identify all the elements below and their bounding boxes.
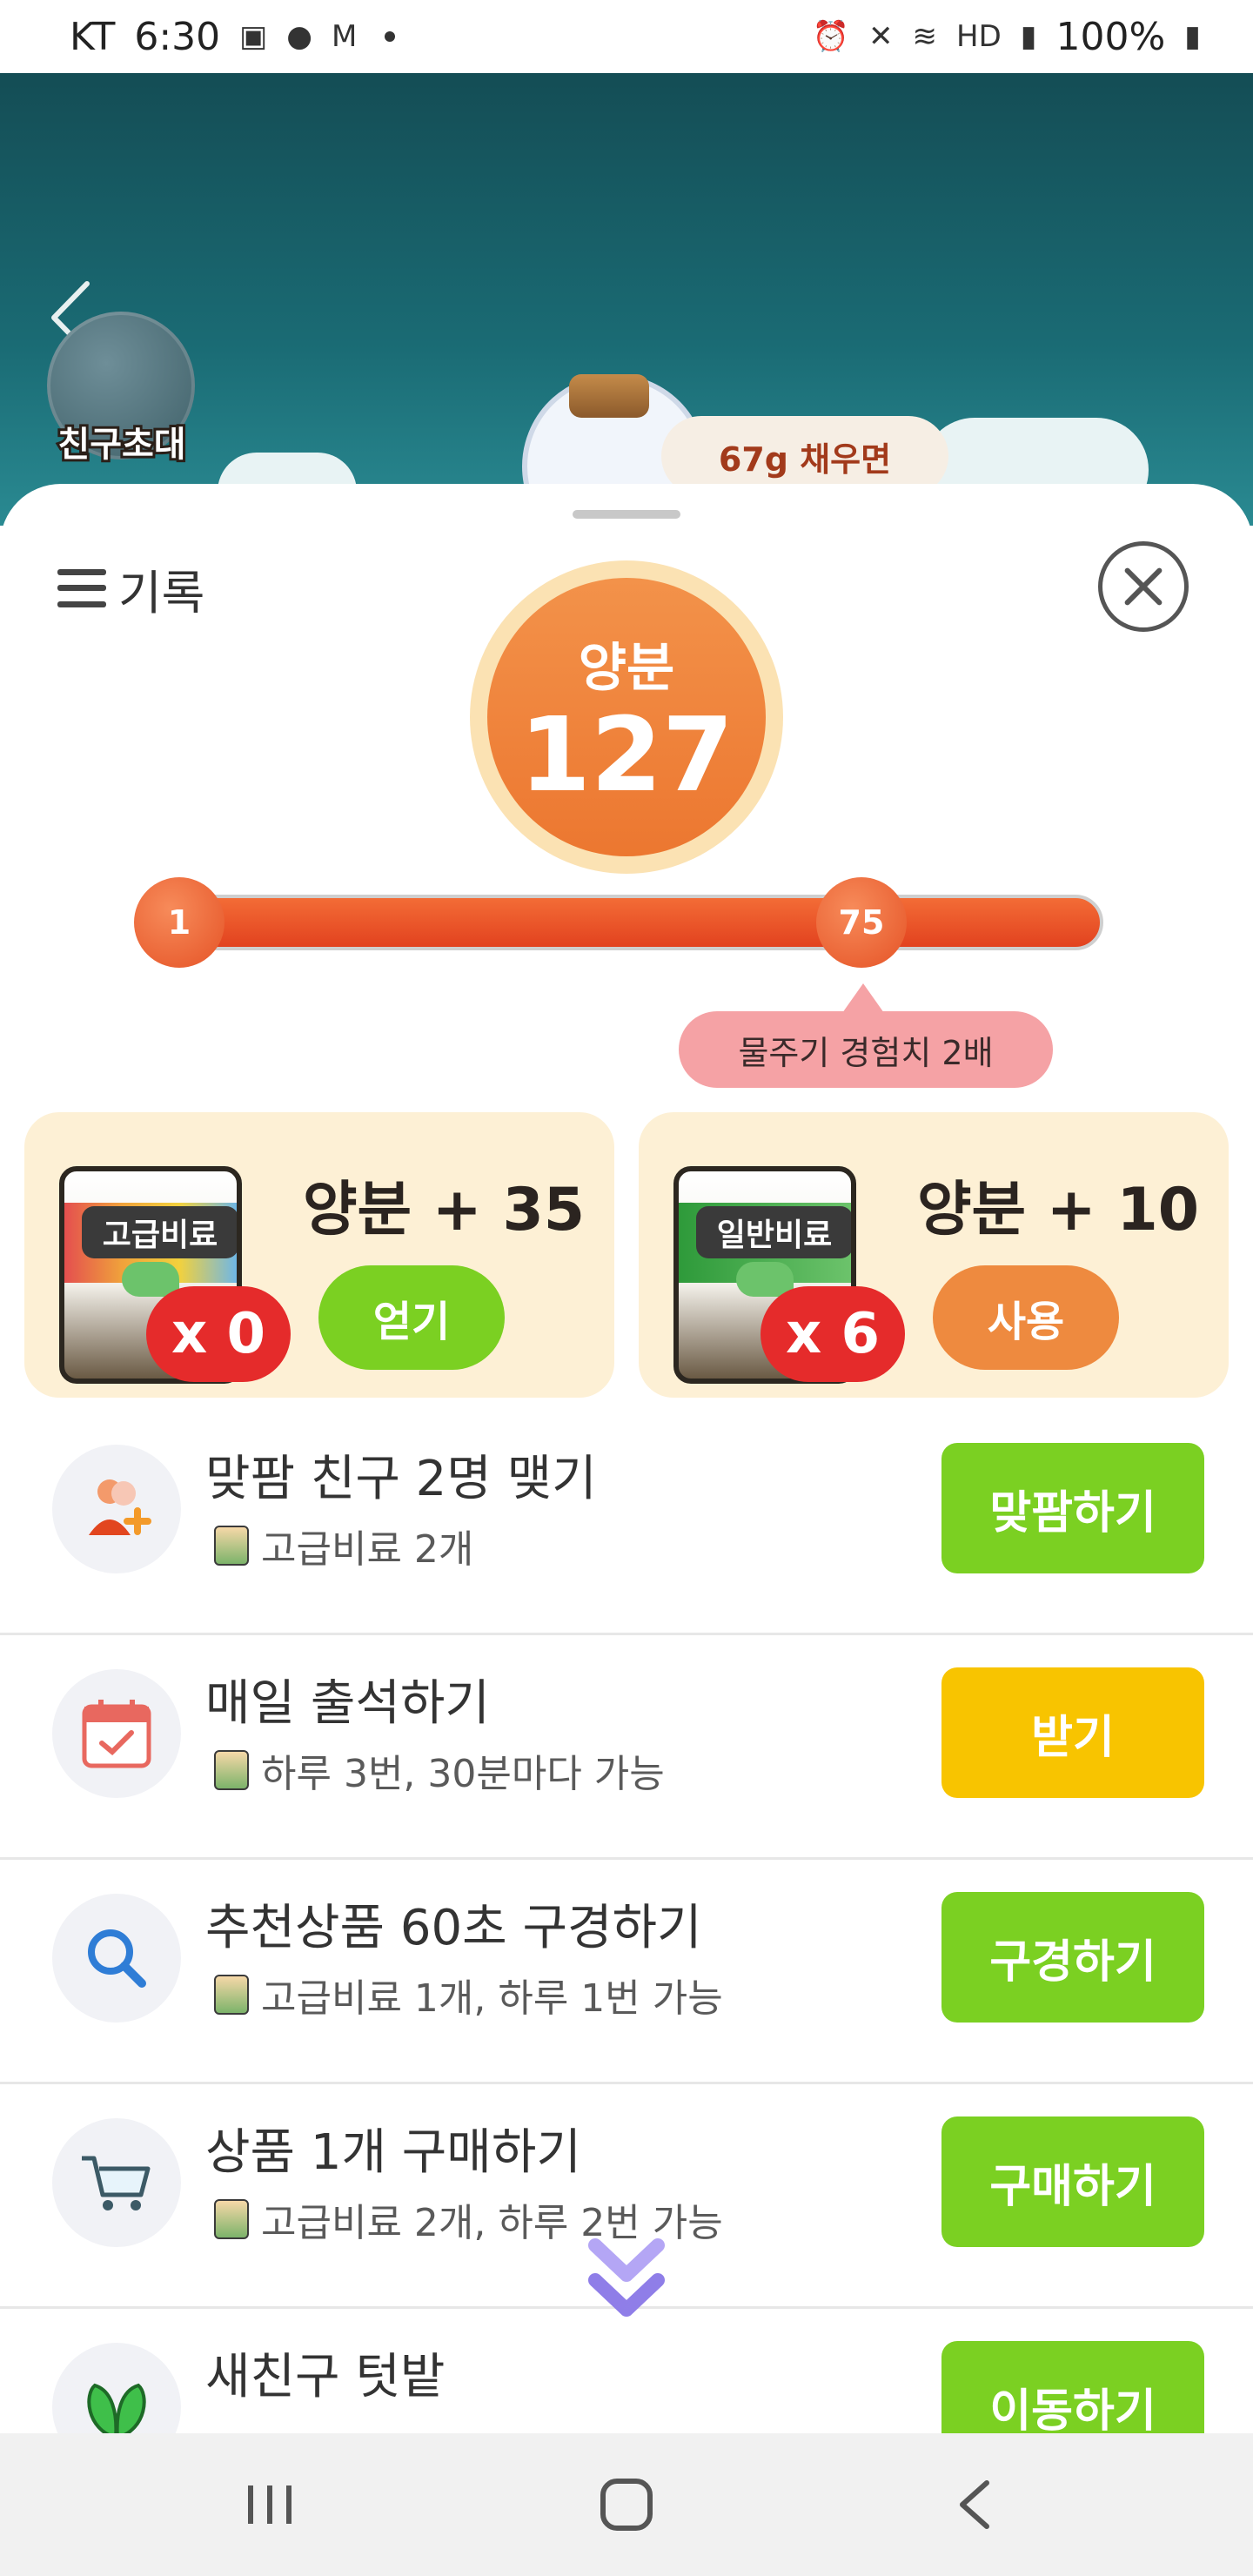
tip-arrow [842,983,884,1013]
level-progress-bar [137,895,1103,950]
premium-nutrient-gain: 양분 + 35 [303,1176,586,1244]
scroll-down-chevron-icon[interactable] [583,2228,670,2332]
signal-icon: ▮ [1020,19,1037,54]
back-icon [960,2480,989,2529]
nutrient-badge: 양분 127 [470,560,783,874]
calendar-check-icon [52,1669,181,1798]
level-current-marker: 75 [816,877,907,968]
recent-apps-button[interactable] [165,2433,374,2576]
fertilizer-mini-icon [214,1750,249,1790]
nutrient-badge-inner: 양분 127 [487,578,766,856]
home-button[interactable] [522,2433,731,2576]
mute-icon: ✕ [868,19,894,54]
fertilizer-mini-icon [214,1526,249,1566]
hd-icon: HD [956,19,1002,54]
mission-item: 매일 출석하기 하루 3번, 30분마다 가능 받기 [0,1633,1253,1860]
battery-icon: ▮ [1184,19,1201,54]
normal-bag-label: 일반비료 [696,1206,851,1258]
receive-button[interactable]: 받기 [941,1667,1204,1798]
mission-reward: 하루 3번, 30분마다 가능 [214,1742,665,1798]
recent-apps-icon [248,2485,291,2524]
mission-reward-text: 고급비료 1개, 하루 1번 가능 [261,1976,723,2021]
wifi-icon: ≋ [912,19,938,54]
carrier-label: KT [70,14,116,59]
nutrient-sheet: 기록 양분 127 1 75 물주기 경험치 2배 고급비료 x 0 양분 + … [0,484,1253,2433]
browse-button[interactable]: 구경하기 [941,1892,1204,2023]
level-start-marker: 1 [134,877,224,968]
mission-item: 맞팜 친구 2명 맺기 고급비료 2개 맞팜하기 [0,1408,1253,1635]
level-bonus-tip: 물주기 경험치 2배 [679,1011,1053,1088]
mail-icon: M [331,19,358,54]
premium-fertilizer-card: 고급비료 x 0 양분 + 35 얻기 [24,1112,614,1398]
close-icon[interactable] [1098,541,1189,632]
fertilizer-mini-icon [214,1975,249,2015]
mission-reward: 고급비료 2개 [214,1518,473,1573]
notification-dot-icon [385,31,396,42]
mission-title: 상품 1개 구매하기 [205,2124,581,2181]
mission-reward: 고급비료 1개, 하루 1번 가능 [214,1967,723,2023]
nutrient-value: 127 [519,694,734,815]
purchase-button[interactable]: 구매하기 [941,2116,1204,2247]
search-icon [52,1894,181,2023]
normal-count-badge: x 6 [761,1286,905,1382]
mission-title: 추천상품 60초 구경하기 [205,1900,702,1956]
menu-icon [57,569,106,607]
use-normal-button[interactable]: 사용 [933,1265,1119,1370]
fertilizer-mini-icon [214,2199,249,2239]
mission-title: 새친구 텃밭 [205,2349,446,2405]
normal-nutrient-gain: 양분 + 10 [917,1176,1200,1244]
status-bar: KT 6:30 ▣ ● M ⏰ ✕ ≋ HD ▮ 100% ▮ [0,0,1253,73]
normal-fertilizer-card: 일반비료 x 6 양분 + 10 사용 [639,1112,1229,1398]
record-button[interactable]: 기록 [57,553,204,623]
matpam-button[interactable]: 맞팜하기 [941,1443,1204,1573]
sprout-icon [52,2343,181,2433]
mission-reward-text: 고급비료 2개 [261,1527,474,1572]
premium-bag-label: 고급비료 [82,1206,237,1258]
mission-item: 추천상품 60초 구경하기 고급비료 1개, 하루 1번 가능 구경하기 [0,1857,1253,2084]
premium-count-badge: x 0 [146,1286,291,1382]
mission-reward-text: 하루 3번, 30분마다 가능 [261,1752,665,1796]
alarm-icon: ⏰ [812,19,850,54]
sheet-handle[interactable] [573,510,680,519]
home-icon [600,2479,653,2531]
invite-friend-label: 친구초대 [55,422,188,467]
talk-icon: ● [286,19,312,54]
get-premium-button[interactable]: 얻기 [318,1265,505,1370]
add-friend-icon [52,1445,181,1573]
cart-icon [52,2118,181,2247]
bottle-cap [569,374,649,418]
system-back-button[interactable] [870,2433,1079,2576]
mission-title: 매일 출석하기 [205,1675,490,1732]
time-label: 6:30 [134,14,221,59]
nutrient-label: 양분 [578,637,675,699]
gallery-icon: ▣ [239,19,268,54]
system-nav-bar [0,2433,1253,2576]
battery-percentage: 100% [1055,14,1166,59]
move-button[interactable]: 이동하기 [941,2341,1204,2433]
record-label: 기록 [118,565,205,621]
mission-title: 맞팜 친구 2명 맺기 [205,1451,597,1507]
